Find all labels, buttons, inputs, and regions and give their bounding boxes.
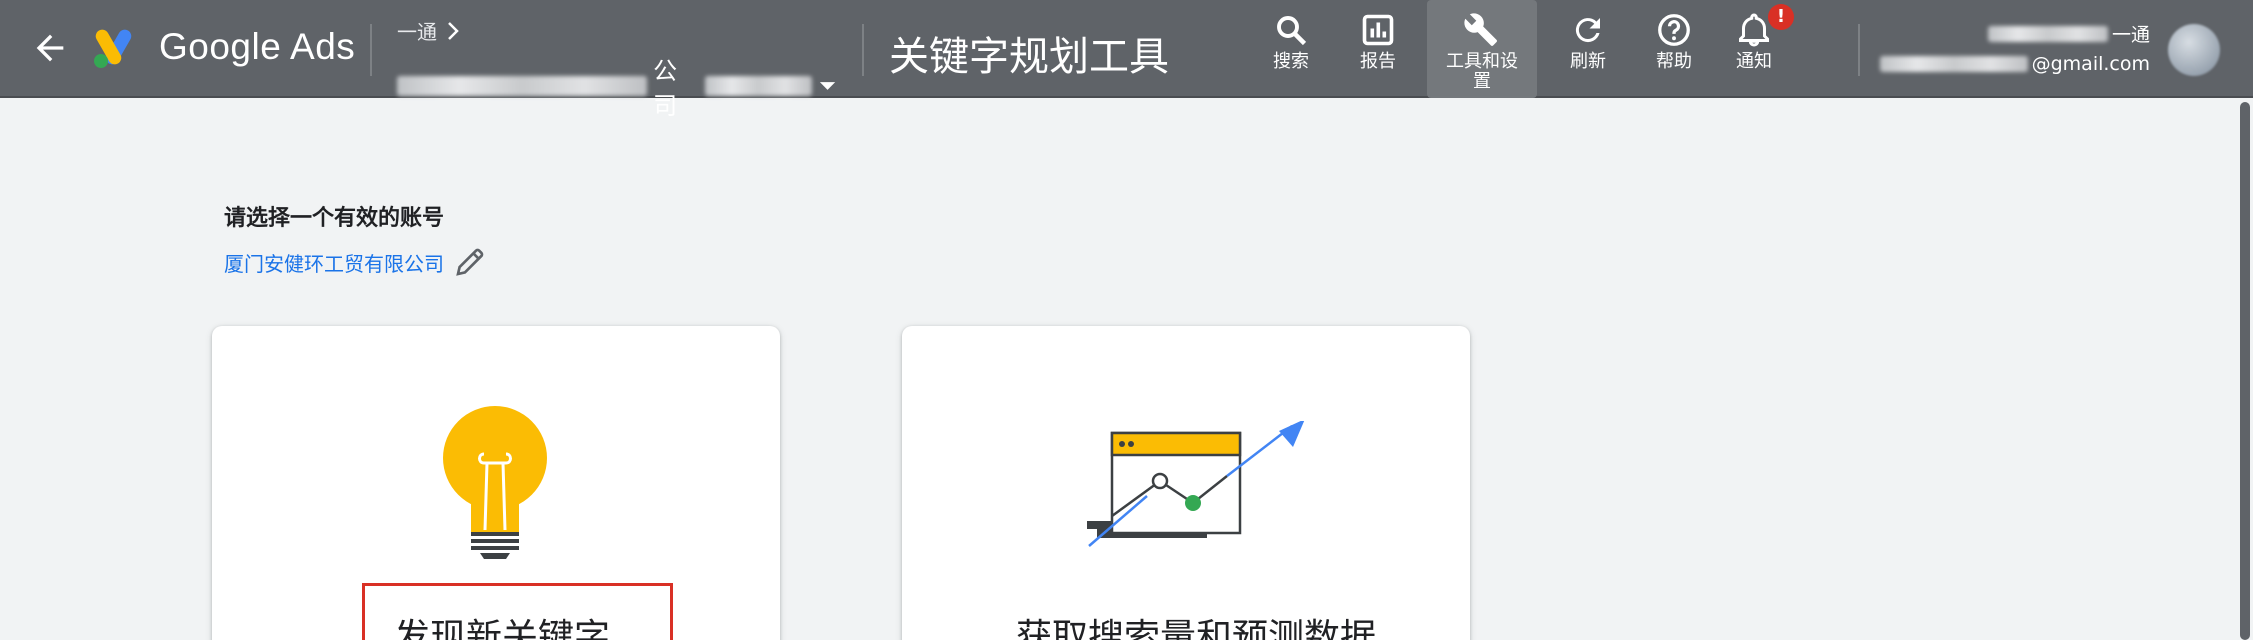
account-top-label: 一通 [397,20,437,44]
account-name-suffix: 公司 [653,57,678,120]
user-name-suffix: 一通 [2111,24,2150,46]
card-title: 获取搜索量和预测数据 [1016,617,1377,640]
redacted-text [1987,25,2108,42]
lightbulb-icon [443,406,547,559]
card-search-volume-forecast[interactable]: 获取搜索量和预测数据 [902,326,1470,640]
pencil-edit-icon[interactable] [454,246,486,278]
highlight-annotation [362,583,673,640]
search-icon [1277,16,1307,46]
notification-badge: ! [1768,4,1794,30]
divider [1858,24,1860,76]
redacted-text [704,76,812,96]
redacted-text [1880,56,2028,72]
brand-name: Google Ads [159,26,356,67]
user-account-info[interactable]: 一通 @gmail.com [1880,20,2150,80]
bell-icon [1739,13,1769,47]
section-title: 请选择一个有效的账号 [224,206,445,231]
redacted-text [397,76,648,96]
avatar[interactable] [2168,24,2220,76]
back-arrow-icon[interactable] [30,28,70,68]
nav-help[interactable]: 帮助 [1634,0,1714,98]
help-icon [1658,14,1690,46]
chart-trend-icon [1087,421,1305,547]
selected-account: 厦门安健环工贸有限公司 [224,246,486,278]
nav-search[interactable]: 搜索 [1251,0,1331,98]
chevron-right-icon [448,21,459,40]
nav-refresh[interactable]: 刷新 [1548,0,1628,98]
report-icon [1362,14,1394,46]
page-title: 关键字规划工具 [889,34,1169,80]
dropdown-arrow-icon[interactable] [818,79,837,93]
top-bar: Google Ads 一通 公司 关键字规划工具 搜索 报告 工具和设 置 刷新… [0,0,2253,120]
user-email-suffix: @gmail.com [2031,53,2150,75]
nav-notifications[interactable]: ! 通知 [1714,0,1794,98]
account-link[interactable]: 厦门安健环工贸有限公司 [224,248,444,277]
refresh-icon [1575,18,1600,43]
nav-tools-settings[interactable]: 工具和设 置 [1427,0,1537,98]
nav-reports[interactable]: 报告 [1338,0,1418,98]
google-ads-logo-icon [94,29,132,68]
wrench-icon [1464,13,1497,46]
account-switcher[interactable]: 一通 公司 [397,16,837,120]
scrollbar-thumb[interactable] [2240,102,2250,640]
divider [862,24,864,76]
divider [370,24,372,76]
